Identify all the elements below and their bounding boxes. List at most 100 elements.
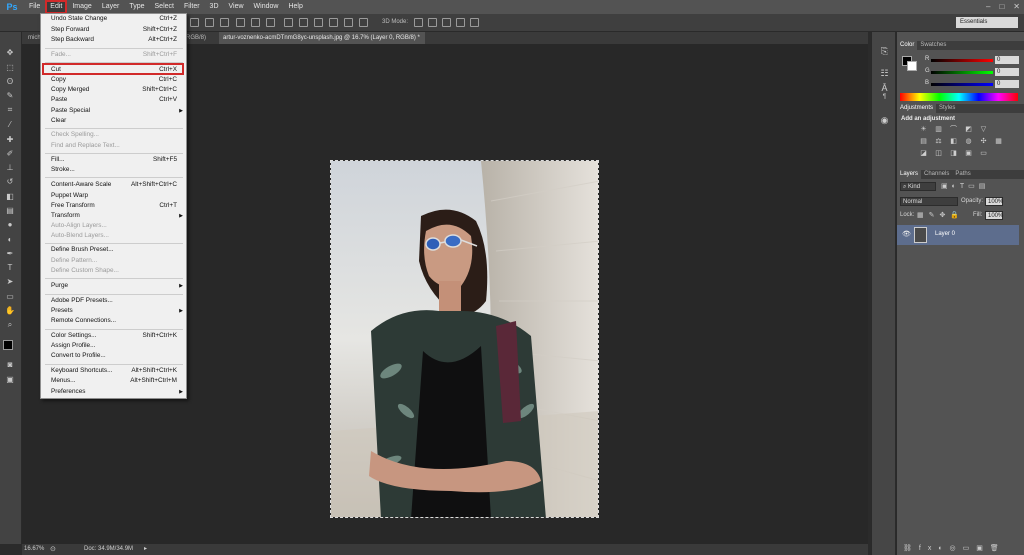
tab-swatches[interactable]: Swatches	[917, 41, 949, 50]
menu-type[interactable]: Type	[124, 0, 149, 14]
shape-tool-icon[interactable]: ▭	[4, 292, 16, 302]
hand-tool-icon[interactable]: ✋	[4, 306, 16, 316]
color-background-swatch[interactable]	[907, 61, 917, 71]
menu-item-define-brush[interactable]: Define Brush Preset...	[41, 245, 186, 255]
document-image[interactable]	[330, 160, 599, 518]
type-tool-icon[interactable]: T	[4, 263, 16, 273]
menu-image[interactable]: Image	[67, 0, 96, 14]
blend-mode-select[interactable]: Normal	[900, 197, 958, 206]
color-balance-icon[interactable]: ⚖	[934, 138, 943, 146]
layer-filter-kind[interactable]: ⌕ Kind	[900, 182, 936, 191]
menu-select[interactable]: Select	[150, 0, 179, 14]
3d-roll-icon[interactable]	[428, 18, 437, 27]
red-channel-slider[interactable]	[931, 59, 993, 62]
tab-styles[interactable]: Styles	[936, 104, 958, 113]
path-selection-tool-icon[interactable]: ➤	[4, 277, 16, 287]
menu-item-content-aware-scale[interactable]: Content-Aware Scale Alt+Shift+Ctrl+C	[41, 180, 186, 190]
3d-slide-icon[interactable]	[456, 18, 465, 27]
status-info-icon[interactable]: ⊙	[50, 545, 56, 553]
menu-item-assign-profile[interactable]: Assign Profile...	[41, 341, 186, 351]
align-left-icon[interactable]	[236, 18, 245, 27]
align-right-icon[interactable]	[266, 18, 275, 27]
menu-item-paste-special[interactable]: Paste Special ▶	[41, 106, 186, 116]
levels-icon[interactable]: ▥	[934, 126, 943, 134]
lasso-tool-icon[interactable]: ʘ	[4, 77, 16, 87]
align-bottom-icon[interactable]	[220, 18, 229, 27]
maximize-icon[interactable]: □	[999, 2, 1004, 11]
pen-tool-icon[interactable]: ✒	[4, 249, 16, 259]
menu-file[interactable]: File	[24, 0, 45, 14]
close-icon[interactable]: ✕	[1013, 2, 1020, 11]
photo-filter-icon[interactable]: ◍	[964, 138, 973, 146]
menu-item-copy-merged[interactable]: Copy Merged Shift+Ctrl+C	[41, 85, 186, 95]
red-channel-value[interactable]: 0	[995, 56, 1019, 64]
menu-item-step-forward[interactable]: Step Forward Shift+Ctrl+Z	[41, 25, 186, 35]
screen-mode-icon[interactable]: ▣	[4, 375, 16, 385]
menu-item-remote-connections[interactable]: Remote Connections...	[41, 316, 186, 326]
tab-paths[interactable]: Paths	[952, 170, 973, 179]
status-arrow-icon[interactable]: ▸	[144, 545, 147, 552]
align-hcenter-icon[interactable]	[251, 18, 260, 27]
tab-channels[interactable]: Channels	[921, 170, 952, 179]
threshold-icon[interactable]: ◨	[949, 150, 958, 158]
quick-select-tool-icon[interactable]: ✎	[4, 91, 16, 101]
visibility-eye-icon[interactable]: 👁	[902, 230, 911, 238]
zoom-level[interactable]: 16.67%	[24, 546, 44, 552]
distribute-hcenter-icon[interactable]	[344, 18, 353, 27]
brush-tool-icon[interactable]: ✐	[4, 149, 16, 159]
distribute-bottom-icon[interactable]	[314, 18, 323, 27]
menu-item-color-settings[interactable]: Color Settings... Shift+Ctrl+K	[41, 331, 186, 341]
3d-pan-icon[interactable]	[442, 18, 451, 27]
history-icon[interactable]: ⎘	[879, 46, 890, 57]
menu-item-presets[interactable]: Presets ▶	[41, 306, 186, 316]
menu-item-menus[interactable]: Menus... Alt+Shift+Ctrl+M	[41, 376, 186, 386]
info-icon[interactable]: ◉	[879, 115, 890, 126]
properties-icon[interactable]: ☷	[879, 68, 890, 79]
layer-footer-icons[interactable]: ⛓fx◐◎▭▣🗑	[903, 544, 1006, 552]
green-channel-slider[interactable]	[931, 71, 993, 74]
black-white-icon[interactable]: ◧	[949, 138, 958, 146]
distribute-vcenter-icon[interactable]	[299, 18, 308, 27]
menu-item-free-transform[interactable]: Free Transform Ctrl+T	[41, 201, 186, 211]
3d-rotate-icon[interactable]	[414, 18, 423, 27]
selective-color-icon[interactable]: ▣	[964, 150, 973, 158]
history-brush-tool-icon[interactable]: ↺	[4, 177, 16, 187]
eyedropper-tool-icon[interactable]: ⁄	[4, 120, 16, 130]
blue-channel-slider[interactable]	[931, 83, 993, 86]
menu-item-pdf-presets[interactable]: Adobe PDF Presets...	[41, 296, 186, 306]
menu-3d[interactable]: 3D	[205, 0, 224, 14]
color-spectrum[interactable]	[900, 93, 1018, 101]
tab-layers[interactable]: Layers	[897, 170, 922, 179]
3d-scale-icon[interactable]	[470, 18, 479, 27]
menu-item-stroke[interactable]: Stroke...	[41, 165, 186, 175]
distribute-left-icon[interactable]	[329, 18, 338, 27]
gradient-tool-icon[interactable]: ▤	[4, 206, 16, 216]
distribute-right-icon[interactable]	[359, 18, 368, 27]
clone-stamp-tool-icon[interactable]: ⊥	[4, 163, 16, 173]
paragraph-icon[interactable]: ¶	[879, 92, 890, 103]
tab-color[interactable]: Color	[897, 41, 918, 50]
foreground-color-swatch[interactable]	[3, 340, 13, 350]
workspace-select[interactable]: Essentials	[956, 17, 1018, 28]
eraser-tool-icon[interactable]: ◧	[4, 192, 16, 202]
blur-tool-icon[interactable]: ●	[4, 220, 16, 230]
menu-item-puppet-warp[interactable]: Puppet Warp	[41, 191, 186, 201]
layer-name[interactable]: Layer 0	[935, 231, 955, 237]
zoom-tool-icon[interactable]: ⌕	[4, 320, 16, 330]
quick-mask-icon[interactable]: ◙	[4, 360, 16, 370]
menu-layer[interactable]: Layer	[97, 0, 125, 14]
marquee-tool-icon[interactable]: ⬚	[4, 63, 16, 73]
minimize-icon[interactable]: –	[986, 2, 990, 11]
menu-item-clear[interactable]: Clear	[41, 116, 186, 126]
green-channel-value[interactable]: 0	[995, 68, 1019, 76]
channel-mixer-icon[interactable]: ✣	[979, 138, 988, 146]
crop-tool-icon[interactable]: ⌗	[4, 105, 16, 115]
distribute-top-icon[interactable]	[284, 18, 293, 27]
vibrance-icon[interactable]: ▽	[979, 126, 988, 134]
menu-item-step-backward[interactable]: Step Backward Alt+Ctrl+Z	[41, 35, 186, 45]
healing-brush-tool-icon[interactable]: ✚	[4, 135, 16, 145]
gradient-map-icon[interactable]: ▭	[979, 150, 988, 158]
menu-view[interactable]: View	[224, 0, 249, 14]
document-tab[interactable]: RGB/8)	[182, 32, 218, 44]
menu-item-paste[interactable]: Paste Ctrl+V	[41, 95, 186, 105]
